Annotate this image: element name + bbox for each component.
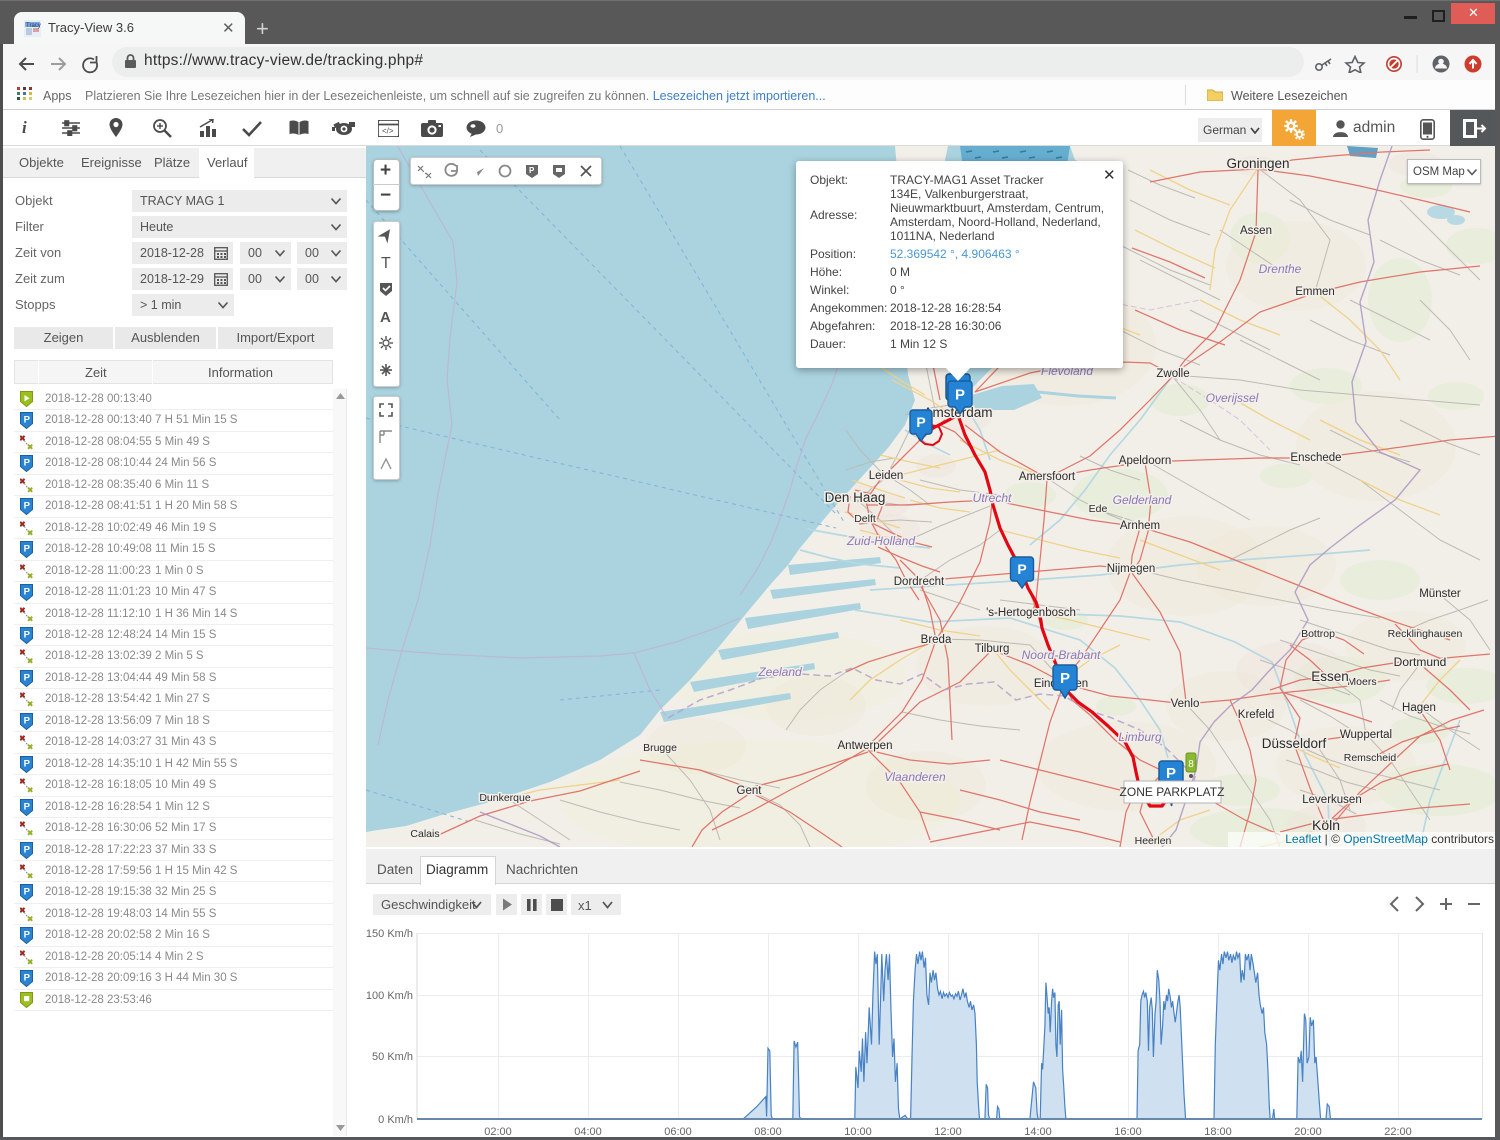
svg-text:Leiden: Leiden [869, 470, 904, 482]
svg-text:P: P [24, 758, 31, 769]
svg-text:P: P [24, 458, 31, 469]
svg-text:100 Km/h: 100 Km/h [366, 990, 413, 1002]
svg-text:Gent: Gent [737, 785, 763, 797]
svg-text:Dunkerque: Dunkerque [479, 792, 531, 804]
svg-text:Vlaanderen: Vlaanderen [884, 770, 946, 784]
svg-text:Tracy: Tracy [26, 23, 41, 29]
svg-text:50 Km/h: 50 Km/h [372, 1051, 413, 1063]
svg-text:Antwerpen: Antwerpen [838, 740, 893, 752]
svg-text:P: P [24, 587, 31, 598]
svg-text:Zeeland: Zeeland [757, 665, 802, 679]
svg-text:Groningen: Groningen [1226, 156, 1289, 171]
svg-text:P: P [24, 501, 31, 512]
svg-text:✖: ✖ [27, 485, 34, 493]
svg-text:Hagen: Hagen [1402, 702, 1436, 714]
svg-text:Zuid-Holland: Zuid-Holland [846, 534, 915, 548]
svg-text:150 Km/h: 150 Km/h [366, 928, 413, 940]
svg-text:Dordrecht: Dordrecht [894, 576, 945, 588]
svg-text:P: P [916, 414, 925, 430]
svg-text:Münster: Münster [1419, 588, 1461, 600]
svg-text:Arnhem: Arnhem [1120, 520, 1160, 532]
svg-text:Enschede: Enschede [1290, 452, 1341, 464]
svg-text:Remscheid: Remscheid [1344, 752, 1397, 764]
svg-text:P: P [1166, 765, 1176, 782]
svg-text:Krefeld: Krefeld [1238, 709, 1274, 721]
svg-text:8: 8 [1188, 759, 1194, 770]
svg-text:✖: ✖ [27, 442, 34, 450]
svg-text:A: A [380, 309, 391, 324]
svg-text:Emmen: Emmen [1295, 286, 1335, 298]
svg-text:Amersfoort: Amersfoort [1019, 471, 1076, 483]
svg-text:Moers: Moers [1347, 676, 1376, 688]
svg-text:'s-Hertogenbosch: 's-Hertogenbosch [986, 607, 1076, 619]
svg-text:P: P [1017, 561, 1026, 577]
svg-text:Delft: Delft [854, 513, 876, 525]
svg-text:Essen: Essen [1311, 669, 1349, 684]
svg-text:✖: ✖ [27, 786, 34, 794]
svg-text:Assen: Assen [1240, 225, 1272, 237]
svg-text:Wuppertal: Wuppertal [1340, 729, 1392, 741]
svg-text:✖: ✖ [27, 571, 34, 579]
svg-text:P: P [24, 801, 31, 812]
svg-text:Overijssel: Overijssel [1206, 391, 1259, 405]
svg-text:✖: ✖ [27, 871, 34, 879]
svg-text:Ede: Ede [1089, 503, 1108, 515]
svg-text:✖: ✖ [27, 700, 34, 708]
svg-text:Leaflet | © OpenStreetMap cont: Leaflet | © OpenStreetMap contributors [1285, 832, 1494, 846]
svg-text:✖: ✖ [27, 614, 34, 622]
svg-text:Calais: Calais [410, 828, 439, 840]
svg-text:✖: ✖ [27, 528, 34, 536]
svg-text:Düsseldorf: Düsseldorf [1262, 736, 1327, 751]
svg-text:P: P [24, 715, 31, 726]
svg-text:Nijmegen: Nijmegen [1107, 563, 1156, 575]
svg-text:Recklinghausen: Recklinghausen [1388, 628, 1463, 640]
svg-text:✖: ✖ [27, 657, 34, 665]
svg-text:P: P [955, 386, 965, 403]
svg-text:Gelderland: Gelderland [1113, 493, 1172, 507]
svg-text:Apeldoorn: Apeldoorn [1119, 455, 1171, 467]
svg-text:P: P [24, 672, 31, 683]
svg-text:Köln: Köln [1312, 817, 1340, 833]
svg-text:P: P [24, 973, 31, 984]
svg-text:Noord-Brabant: Noord-Brabant [1022, 648, 1101, 662]
svg-text:Utrecht: Utrecht [973, 491, 1012, 505]
svg-text:✖: ✖ [27, 914, 34, 922]
svg-text:</>: </> [382, 127, 394, 136]
svg-text:P: P [24, 887, 31, 898]
svg-text:Venlo: Venlo [1171, 698, 1200, 710]
svg-text:ZONE PARKPLATZ: ZONE PARKPLATZ [1120, 785, 1225, 799]
svg-text:Breda: Breda [921, 634, 952, 646]
svg-text:P: P [24, 544, 31, 555]
svg-text:P: P [529, 166, 535, 175]
svg-text:✖: ✖ [27, 957, 34, 965]
svg-text:P: P [24, 415, 31, 426]
svg-text:0 Km/h: 0 Km/h [378, 1114, 413, 1126]
svg-text:Brugge: Brugge [643, 742, 677, 754]
svg-text:Den Haag: Den Haag [825, 490, 886, 505]
svg-text:P: P [24, 844, 31, 855]
svg-text:T: T [381, 255, 391, 270]
svg-text:P: P [24, 630, 31, 641]
svg-text:Dortmund: Dortmund [1394, 655, 1447, 669]
svg-text:Drenthe: Drenthe [1259, 262, 1302, 276]
svg-text:Heerlen: Heerlen [1135, 835, 1172, 847]
svg-text:Leverkusen: Leverkusen [1302, 794, 1361, 806]
svg-text:P: P [1060, 670, 1070, 687]
svg-text:Zwolle: Zwolle [1156, 368, 1189, 380]
svg-text:Bottrop: Bottrop [1301, 628, 1335, 640]
svg-text:✖: ✖ [27, 829, 34, 837]
svg-text:Tilburg: Tilburg [975, 643, 1010, 655]
svg-text:P: P [24, 930, 31, 941]
svg-text:Limburg: Limburg [1118, 730, 1162, 744]
svg-text:✖: ✖ [27, 743, 34, 751]
